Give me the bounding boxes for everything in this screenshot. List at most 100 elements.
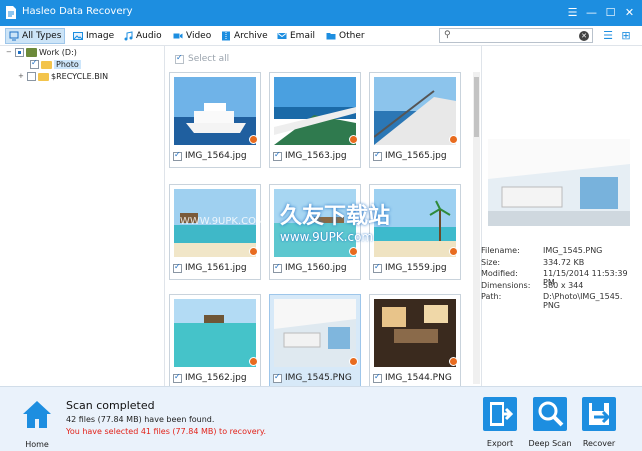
file-card[interactable]: IMG_1560.jpg: [269, 184, 361, 280]
select-all-checkbox[interactable]: [175, 53, 184, 64]
file-checkbox[interactable]: [373, 372, 382, 383]
export-label: Export: [486, 439, 514, 448]
thumbnail-beach-huts: [174, 189, 256, 257]
files-selected-text: You have selected 41 files (77.84 MB) to…: [66, 427, 267, 436]
file-checkbox[interactable]: [273, 150, 282, 161]
grid-scrollbar[interactable]: [473, 72, 480, 384]
file-name: IMG_1561.jpg: [185, 263, 247, 273]
detail-label: Size:: [481, 258, 501, 267]
files-found-text: 42 files (77.84 MB) have been found.: [66, 415, 215, 424]
warning-badge-icon: [349, 247, 358, 256]
deep-scan-label: Deep Scan: [528, 439, 572, 448]
image-icon: [73, 32, 83, 40]
warning-badge-icon: [349, 357, 358, 366]
detail-value: IMG_1545.PNG: [543, 246, 603, 255]
thumbnail-yacht-interior: [274, 299, 356, 367]
scan-status-title: Scan completed: [66, 399, 155, 412]
file-checkbox[interactable]: [373, 150, 382, 161]
detail-label: Path:: [481, 292, 502, 301]
deep-scan-button[interactable]: Deep Scan: [528, 397, 572, 449]
tab-label: Audio: [136, 31, 162, 41]
recycle-checkbox[interactable]: [27, 72, 36, 81]
file-checkbox[interactable]: [273, 372, 282, 383]
list-view-icon[interactable]: ☰: [601, 29, 615, 43]
file-checkbox[interactable]: [373, 262, 382, 273]
maximize-button[interactable]: ☐: [602, 4, 619, 21]
tab-other[interactable]: Other: [323, 28, 368, 44]
menu-icon[interactable]: ☰: [564, 4, 581, 21]
tree-node-drive[interactable]: − Work (D:): [6, 48, 77, 57]
envelope-icon: [277, 33, 287, 39]
file-checkbox[interactable]: [173, 262, 182, 273]
expand-icon[interactable]: +: [18, 73, 25, 80]
folder-icon: [38, 72, 49, 81]
magnifier-icon: [533, 397, 567, 431]
file-card[interactable]: IMG_1565.jpg: [369, 72, 461, 168]
recover-button[interactable]: Recover: [579, 397, 619, 449]
file-name: IMG_1545.PNG: [285, 373, 352, 383]
thumbnail-palm-beach: [374, 189, 456, 257]
tab-label: All Types: [22, 31, 62, 41]
search-box[interactable]: ⚲ ✕: [439, 28, 593, 43]
folder-icon: [41, 60, 52, 69]
folder-label: Photo: [54, 60, 81, 69]
file-card[interactable]: IMG_1563.jpg: [269, 72, 361, 168]
file-name: IMG_1562.jpg: [185, 373, 247, 383]
tree-node-recycle[interactable]: + $RECYCLE.BIN: [18, 72, 108, 81]
select-all[interactable]: Select all: [175, 53, 230, 64]
export-icon: [483, 397, 517, 431]
file-card-selected[interactable]: IMG_1545.PNG: [269, 294, 361, 390]
window-title: Hasleo Data Recovery: [22, 6, 133, 17]
file-card[interactable]: IMG_1564.jpg: [169, 72, 261, 168]
file-card[interactable]: IMG_1544.PNG: [369, 294, 461, 390]
warning-badge-icon: [249, 135, 258, 144]
title-bar: Hasleo Data Recovery ☰ — ☐ ✕: [0, 0, 642, 26]
home-icon: [23, 401, 51, 428]
home-label: Home: [25, 440, 49, 449]
tab-image[interactable]: Image: [70, 28, 117, 44]
file-card[interactable]: IMG_1561.jpg: [169, 184, 261, 280]
clear-search-icon[interactable]: ✕: [579, 31, 589, 41]
collapse-icon[interactable]: −: [6, 49, 13, 56]
detail-value: D:\Photo\IMG_1545.PNG: [543, 292, 623, 310]
folder-icon: [326, 33, 336, 40]
search-input[interactable]: [454, 30, 574, 41]
tab-archive[interactable]: Archive: [218, 28, 271, 44]
close-button[interactable]: ✕: [621, 4, 638, 21]
export-button[interactable]: Export: [480, 397, 520, 449]
detail-value: 334.72 KB: [543, 258, 585, 267]
file-card[interactable]: IMG_1559.jpg: [369, 184, 461, 280]
recover-icon: [582, 397, 616, 431]
home-button[interactable]: Home: [20, 398, 54, 449]
select-all-label: Select all: [188, 54, 230, 64]
minimize-button[interactable]: —: [583, 4, 600, 21]
tab-email[interactable]: Email: [274, 28, 318, 44]
thumbnail-cruise-ship: [174, 77, 256, 145]
warning-badge-icon: [249, 357, 258, 366]
file-checkbox[interactable]: [173, 372, 182, 383]
tree-node-photo[interactable]: Photo: [30, 58, 81, 69]
grid-view-icon[interactable]: ⊞: [619, 29, 633, 43]
photo-checkbox[interactable]: [30, 58, 39, 69]
file-checkbox[interactable]: [273, 262, 282, 273]
app-window: Hasleo Data Recovery ☰ — ☐ ✕ All Types I…: [0, 0, 642, 451]
thumbnail-lagoon: [274, 189, 356, 257]
file-checkbox[interactable]: [173, 150, 182, 161]
file-name: IMG_1563.jpg: [285, 151, 347, 161]
scrollbar-thumb[interactable]: [474, 77, 479, 137]
detail-label: Filename:: [481, 246, 520, 255]
tab-label: Other: [339, 31, 365, 41]
drive-checkbox[interactable]: [15, 48, 24, 57]
file-name: IMG_1565.jpg: [385, 151, 447, 161]
file-card[interactable]: IMG_1562.jpg: [169, 294, 261, 390]
thumbnail-deck-railing: [374, 77, 456, 145]
tab-audio[interactable]: Audio: [120, 28, 165, 44]
tab-video[interactable]: Video: [170, 28, 214, 44]
preview-image: [488, 139, 630, 226]
thumbnail-dining-room: [374, 299, 456, 367]
monitor-icon: [9, 31, 19, 41]
file-name: IMG_1560.jpg: [285, 263, 347, 273]
tab-label: Image: [86, 31, 115, 41]
tab-all-types[interactable]: All Types: [5, 28, 66, 44]
detail-label: Dimensions:: [481, 281, 531, 290]
